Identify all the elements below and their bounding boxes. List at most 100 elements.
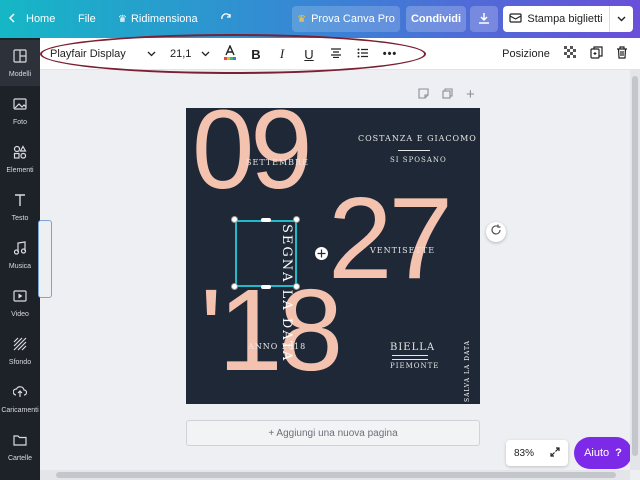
- sidebar-item-elements[interactable]: Elementi: [0, 136, 40, 182]
- top-bar: Home File ♛ Ridimensiona ♛ Prova Canva P…: [0, 0, 640, 38]
- print-options-button[interactable]: [609, 6, 633, 32]
- sidebar-label: Musica: [8, 262, 32, 270]
- help-button[interactable]: Aiuto ?: [574, 437, 632, 469]
- sidebar-label: Cartelle: [7, 454, 33, 462]
- resize-handle-bottom-left[interactable]: [231, 283, 238, 290]
- resize-handle-top-right[interactable]: [293, 216, 300, 223]
- chevron-down-icon: [201, 48, 210, 60]
- getting-married-text[interactable]: SI SPOSANO: [390, 156, 447, 164]
- bullet-list-icon: [357, 48, 369, 61]
- bold-icon: B: [251, 46, 261, 62]
- horizontal-scrollbar[interactable]: [40, 470, 630, 480]
- video-icon: [13, 289, 27, 308]
- sidebar-item-text[interactable]: Testo: [0, 184, 40, 230]
- duplicate-page-button[interactable]: [442, 88, 453, 102]
- sidebar-item-uploads[interactable]: Caricamenti: [0, 376, 40, 422]
- sidebar-item-folders[interactable]: Cartelle: [0, 424, 40, 470]
- try-pro-label: Prova Canva Pro: [311, 13, 395, 25]
- download-button[interactable]: [470, 6, 498, 32]
- font-size-dropdown[interactable]: 21,1: [170, 38, 210, 70]
- photo-icon: [13, 97, 27, 116]
- left-sidebar: Modelli Foto Elementi Testo Musica Video…: [0, 38, 40, 480]
- big-number-27[interactable]: 27: [328, 180, 453, 296]
- city-text[interactable]: BIELLA: [390, 342, 435, 353]
- resize-handle-top-left[interactable]: [231, 216, 238, 223]
- bold-button[interactable]: B: [246, 38, 266, 70]
- italic-icon: I: [279, 46, 285, 61]
- align-center-icon: [330, 47, 342, 61]
- more-options-button[interactable]: •••: [380, 38, 400, 70]
- vertical-scrollbar[interactable]: [630, 70, 640, 470]
- chevron-down-icon: [617, 13, 626, 25]
- save-the-date-text[interactable]: SEGNA LA DATA: [236, 224, 294, 362]
- print-cards-label: Stampa biglietti: [527, 13, 603, 25]
- transparency-icon: [563, 46, 577, 62]
- day-text[interactable]: VENTISETTE: [370, 246, 435, 255]
- region-text[interactable]: PIEMONTE: [390, 362, 439, 370]
- delete-button[interactable]: [612, 38, 632, 70]
- month-text[interactable]: SETTEMBRE: [246, 158, 309, 167]
- resize-label: Ridimensiona: [130, 13, 198, 25]
- zoom-value: 83%: [513, 447, 534, 459]
- sidebar-collapse-handle[interactable]: [38, 220, 52, 298]
- sidebar-item-video[interactable]: Video: [0, 280, 40, 326]
- sidebar-item-background[interactable]: Sfondo: [0, 328, 40, 374]
- resize-handle-top[interactable]: [261, 218, 271, 222]
- trash-icon: [616, 46, 628, 62]
- rotate-button[interactable]: [486, 222, 506, 242]
- text-color-button[interactable]: [220, 38, 240, 70]
- add-new-page-button[interactable]: + Aggiungi una nuova pagina: [186, 420, 480, 446]
- crown-icon: ♛: [118, 13, 127, 25]
- underline-button[interactable]: U: [299, 38, 319, 70]
- move-handle[interactable]: [315, 247, 328, 260]
- sidebar-item-music[interactable]: Musica: [0, 232, 40, 278]
- vertical-scroll-thumb[interactable]: [632, 76, 638, 456]
- couple-names[interactable]: COSTANZA E GIACOMO: [358, 134, 477, 143]
- resize-button[interactable]: ♛ Ridimensiona: [118, 0, 198, 38]
- share-button[interactable]: Condividi: [406, 6, 466, 32]
- font-family-dropdown[interactable]: Playfair Display: [50, 38, 160, 70]
- print-cards-button[interactable]: Stampa biglietti: [503, 6, 609, 32]
- music-icon: [13, 240, 27, 260]
- resize-handle-bottom[interactable]: [261, 285, 271, 289]
- divider-line: [398, 150, 430, 151]
- share-label: Condividi: [410, 13, 462, 25]
- duplicate-button[interactable]: [586, 38, 606, 70]
- sidebar-item-templates[interactable]: Modelli: [0, 40, 40, 86]
- background-icon: [13, 337, 27, 356]
- crown-icon: ♛: [297, 13, 307, 25]
- folder-icon: [13, 433, 27, 452]
- sidebar-item-photos[interactable]: Foto: [0, 88, 40, 134]
- side-vertical-text[interactable]: SALVA LA DATA: [464, 340, 471, 402]
- align-center-button[interactable]: [326, 38, 346, 70]
- card-icon: [509, 12, 522, 27]
- italic-button[interactable]: I: [272, 38, 292, 70]
- position-button[interactable]: Posizione: [500, 38, 552, 70]
- add-page-button[interactable]: +: [466, 86, 475, 103]
- chevron-down-icon: [147, 48, 156, 60]
- sidebar-label: Modelli: [8, 70, 32, 78]
- expand-icon[interactable]: [550, 446, 560, 460]
- redo-icon: [220, 12, 232, 27]
- big-number-09[interactable]: 09: [192, 108, 313, 206]
- try-pro-button[interactable]: ♛ Prova Canva Pro: [292, 6, 400, 32]
- note-icon: [418, 88, 429, 102]
- transparency-button[interactable]: [560, 38, 580, 70]
- sidebar-label: Testo: [11, 214, 29, 222]
- resize-handle-bottom-right[interactable]: [293, 283, 300, 290]
- list-button[interactable]: [353, 38, 373, 70]
- more-dots-icon: •••: [382, 48, 398, 60]
- page-notes-button[interactable]: [418, 88, 429, 102]
- underline-icon: U: [304, 46, 314, 62]
- duplicate-icon: [589, 46, 603, 62]
- sidebar-label: Foto: [12, 118, 27, 126]
- plus-icon: +: [466, 86, 475, 103]
- zoom-control[interactable]: 83%: [506, 440, 568, 466]
- duplicate-page-icon: [442, 88, 453, 102]
- file-menu-button[interactable]: File: [78, 0, 96, 38]
- horizontal-scroll-thumb[interactable]: [56, 472, 616, 478]
- redo-button[interactable]: [220, 0, 232, 38]
- design-canvas[interactable]: 09 27 '18 COSTANZA E GIACOMO SI SPOSANO …: [186, 108, 480, 404]
- home-button[interactable]: Home: [8, 0, 55, 38]
- font-family-value: Playfair Display: [50, 48, 126, 60]
